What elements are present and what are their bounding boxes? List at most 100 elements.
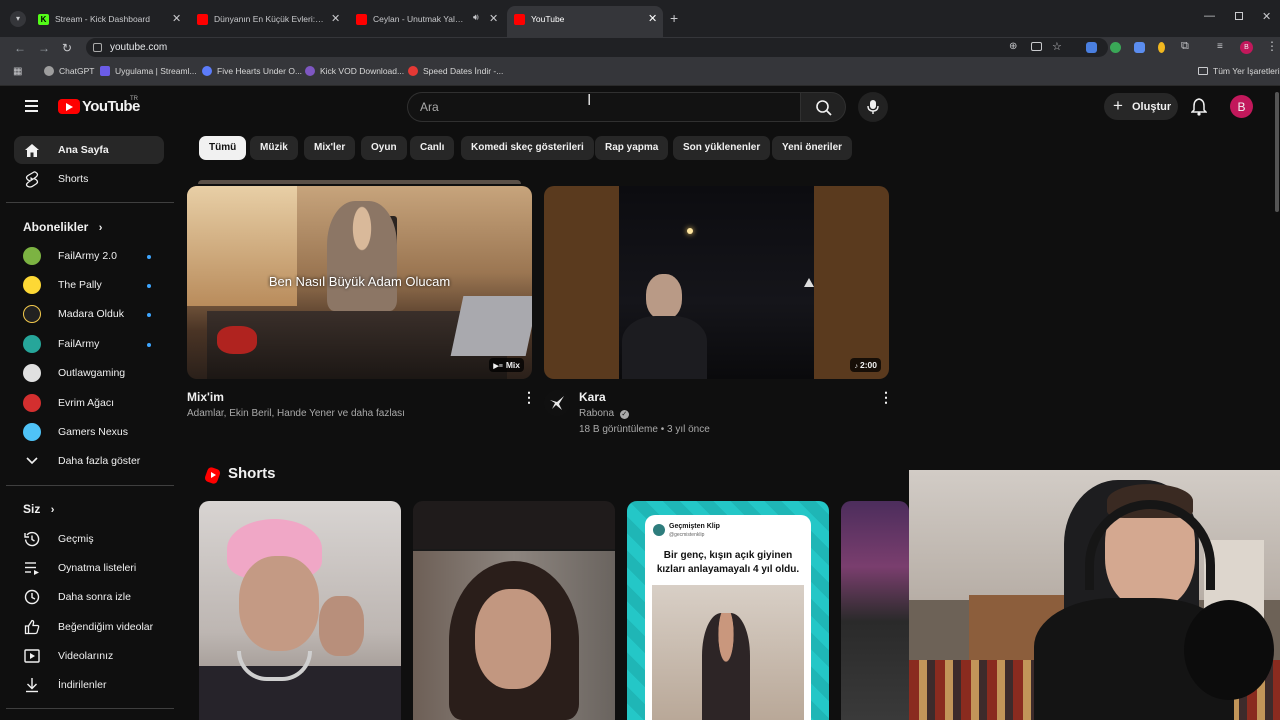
search-icon — [816, 100, 832, 116]
sidebar-item-playlists[interactable]: Oynatma listeleri — [14, 554, 164, 582]
menu-icon[interactable] — [25, 100, 38, 112]
streamlabs-icon — [100, 66, 110, 76]
road-sign — [804, 278, 814, 287]
youtube-icon — [356, 13, 367, 25]
menu-dots-icon[interactable]: ⋮ — [1266, 39, 1278, 53]
sidebar-item-subscription[interactable]: The Pally — [14, 271, 164, 299]
short-card[interactable] — [413, 501, 615, 720]
bookmark-speed-dates[interactable]: Speed Dates İndir -... — [408, 66, 503, 76]
site-info-icon[interactable] — [93, 43, 102, 52]
video-title[interactable]: Kara — [579, 390, 606, 404]
bookmark-kick-vod[interactable]: Kick VOD Download... — [305, 66, 404, 76]
chip-live[interactable]: Canlı — [410, 136, 455, 160]
bookmark-chatgpt[interactable]: ChatGPT — [44, 66, 94, 76]
sidebar-item-subscription[interactable]: Evrim Ağacı — [14, 389, 164, 417]
bell-icon[interactable] — [1191, 98, 1207, 116]
chip-mixes[interactable]: Mix'ler — [304, 136, 356, 160]
video-thumbnail-kara[interactable]: ♪ 2:00 — [544, 186, 889, 379]
speaker-icon[interactable]: 🔊︎ — [473, 12, 479, 23]
extension-icon[interactable] — [1086, 42, 1097, 53]
tab-youtube-houses[interactable]: Dünyanın En Küçük Evleri: 1,5 m — [197, 8, 325, 30]
sidebar-divider — [6, 485, 174, 486]
short-card[interactable] — [841, 501, 909, 720]
account-name: Geçmişten Klip — [669, 523, 720, 530]
zoom-icon[interactable]: ⊕ — [1009, 41, 1017, 52]
voice-search-button[interactable] — [858, 92, 888, 122]
playlist-play-icon: ▶≡ — [493, 363, 503, 370]
media-icon[interactable]: ≡ — [1217, 41, 1223, 52]
create-button[interactable]: + Oluştur — [1104, 93, 1178, 120]
sidebar-item-liked-videos[interactable]: Beğendiğim videolar — [14, 613, 164, 641]
subscriptions-title[interactable]: Abonelikler › — [23, 220, 102, 234]
channel-name[interactable]: Rabona ✓ — [579, 408, 629, 419]
show-more-button[interactable]: Daha fazla göster — [14, 447, 164, 475]
sidebar-item-subscription[interactable]: Madara Olduk — [14, 300, 164, 328]
sidebar-item-subscription[interactable]: Outlawgaming — [14, 359, 164, 387]
video-title[interactable]: Mix'im — [187, 390, 224, 404]
tab-youtube-active[interactable]: YouTube — [514, 8, 634, 30]
restore-icon[interactable] — [1235, 12, 1243, 20]
chip-music[interactable]: Müzik — [250, 136, 298, 160]
tab-search-button[interactable]: ▾ — [10, 11, 26, 27]
bookmark-streamlabs[interactable]: Uygulama | Streaml... — [100, 66, 197, 76]
all-bookmarks[interactable]: Tüm Yer İşaretleri — [1198, 66, 1280, 76]
new-content-dot — [147, 313, 151, 317]
avatar[interactable]: B — [1230, 95, 1253, 118]
minimize-icon[interactable]: — — [1204, 10, 1215, 22]
short-card[interactable]: Geçmişten Klip @gecmistenklip Bir genç, … — [627, 501, 829, 720]
video-thumbnail-mix[interactable]: Ben Nasıl Büyük Adam Olucam ▶≡ Mix — [187, 186, 532, 379]
sidebar-item-watch-later[interactable]: Daha sonra izle — [14, 583, 164, 611]
reload-icon[interactable]: ↻ — [62, 41, 72, 55]
extension-icon[interactable] — [1110, 42, 1121, 53]
new-content-dot — [147, 343, 151, 347]
duration-badge: ♪ 2:00 — [850, 358, 881, 372]
apps-grid-icon[interactable]: ▦ — [13, 66, 22, 77]
sidebar-item-home[interactable]: Ana Sayfa — [14, 136, 164, 164]
close-icon[interactable]: ✕ — [648, 12, 657, 25]
url-text[interactable]: youtube.com — [110, 42, 167, 53]
post-photo — [652, 585, 804, 720]
sidebar-item-subscription[interactable]: FailArmy 2.0 — [14, 242, 164, 270]
extension-icon[interactable] — [1158, 42, 1165, 53]
chip-comedy-sketches[interactable]: Komedi skeç gösterileri — [461, 136, 594, 160]
extension-icon[interactable] — [1134, 42, 1145, 53]
channel-avatar[interactable] — [544, 390, 570, 416]
search-button[interactable] — [800, 92, 846, 122]
back-icon[interactable]: ← — [14, 41, 26, 55]
sidebar-item-your-videos[interactable]: Videolarınız — [14, 642, 164, 670]
scrollbar-thumb[interactable] — [1275, 92, 1279, 212]
chip-recently-uploaded[interactable]: Son yüklenenler — [673, 136, 771, 160]
chip-new-to-you[interactable]: Yeni öneriler — [772, 136, 853, 160]
sidebar-item-downloads[interactable]: İndirilenler — [14, 671, 164, 699]
shorts-play-mark — [211, 472, 216, 478]
more-options-icon[interactable]: ⋮ — [522, 389, 536, 406]
profile-avatar[interactable]: B — [1240, 41, 1253, 54]
you-section-title[interactable]: Siz › — [23, 502, 54, 516]
star-icon[interactable]: ☆ — [1052, 40, 1062, 53]
short-card[interactable] — [199, 501, 401, 720]
cast-icon[interactable] — [1031, 42, 1042, 51]
url-field[interactable] — [86, 38, 1108, 57]
sidebar-item-subscription[interactable]: FailArmy — [14, 330, 164, 358]
sidebar-item-history[interactable]: Geçmiş — [14, 525, 164, 553]
search-input[interactable]: Ara — [407, 92, 800, 122]
tab-kick-dashboard[interactable]: K Stream - Kick Dashboard — [38, 8, 170, 30]
new-tab-icon[interactable]: + — [670, 10, 678, 26]
sidebar-item-shorts[interactable]: Shorts — [14, 165, 164, 193]
more-options-icon[interactable]: ⋮ — [879, 389, 893, 406]
close-icon[interactable]: ✕ — [489, 12, 498, 25]
tab-youtube-ceylan[interactable]: Ceylan - Unutmak Yalan - Y — [356, 8, 468, 30]
puzzle-icon[interactable]: ⧉ — [1181, 40, 1189, 53]
street-light — [687, 228, 693, 234]
bookmark-five-hearts[interactable]: Five Hearts Under O... — [202, 66, 302, 76]
close-icon[interactable]: ✕ — [331, 12, 340, 25]
sidebar-item-subscription[interactable]: Gamers Nexus — [14, 418, 164, 446]
chevron-right-icon: › — [98, 222, 103, 234]
close-icon[interactable]: ✕ — [172, 12, 181, 25]
chip-gaming[interactable]: Oyun — [361, 136, 407, 160]
chip-all[interactable]: Tümü — [199, 136, 247, 160]
close-window-icon[interactable]: ✕ — [1262, 10, 1271, 23]
thumbs-up-icon — [22, 617, 42, 637]
forward-icon[interactable]: → — [38, 41, 50, 55]
chip-rap[interactable]: Rap yapma — [595, 136, 669, 160]
